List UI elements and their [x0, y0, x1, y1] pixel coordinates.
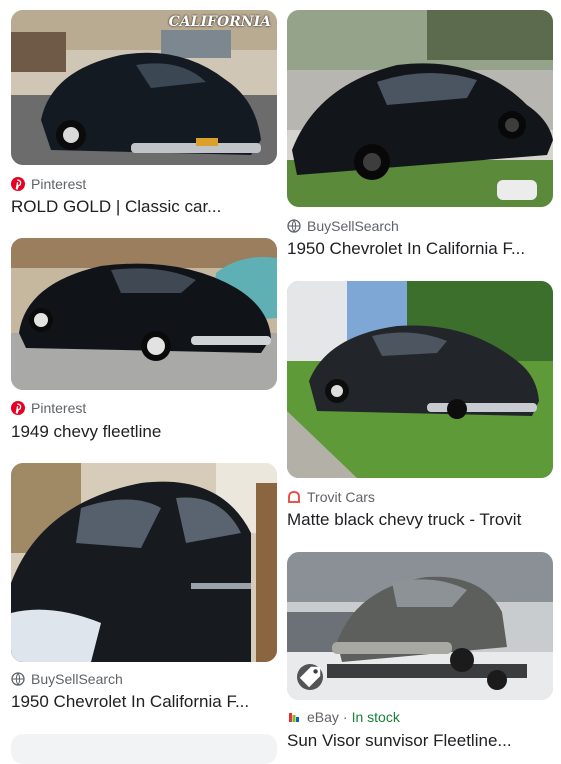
result-thumbnail[interactable]	[287, 552, 553, 700]
trovit-icon	[288, 491, 300, 503]
result-title[interactable]: 1950 Chevrolet In California F...	[287, 239, 553, 259]
ebay-icon	[289, 713, 299, 722]
car-image	[287, 281, 553, 478]
result-title[interactable]: 1949 chevy fleetline	[11, 422, 277, 442]
source-name: BuySellSearch	[31, 671, 123, 687]
result-thumbnail[interactable]	[11, 463, 277, 662]
result-source[interactable]: Pinterest	[11, 175, 86, 193]
source-name: Pinterest	[31, 176, 87, 192]
tag-button[interactable]	[297, 664, 323, 690]
result-title[interactable]: 1950 Chevrolet In California F...	[11, 692, 277, 712]
result-source[interactable]: Pinterest	[11, 399, 86, 417]
car-image	[287, 10, 553, 207]
watermark-text: CALIFORNIA	[168, 14, 271, 30]
result-title[interactable]: Matte black chevy truck - Trovit	[287, 510, 553, 530]
result-source[interactable]: BuySellSearch	[287, 217, 399, 235]
result-title[interactable]: Sun Visor sunvisor Fleetline...	[287, 731, 553, 751]
result-source[interactable]: eBay · In stock	[287, 708, 400, 726]
stock-status: In stock	[351, 709, 400, 725]
tag-icon	[299, 666, 321, 688]
source-name: Trovit Cars	[307, 489, 375, 505]
result-thumbnail[interactable]	[287, 10, 553, 207]
result-thumbnail[interactable]	[287, 281, 553, 478]
result-source[interactable]: Trovit Cars	[287, 488, 375, 506]
separator-dot: ·	[342, 709, 348, 725]
car-image	[287, 552, 553, 700]
car-image	[11, 463, 277, 662]
source-name: BuySellSearch	[307, 218, 399, 234]
pinterest-icon	[11, 401, 25, 415]
result-source[interactable]: BuySellSearch	[11, 670, 123, 688]
car-image	[11, 238, 277, 390]
result-title[interactable]: ROLD GOLD | Classic car...	[11, 197, 277, 217]
result-thumbnail[interactable]	[11, 238, 277, 390]
globe-icon	[287, 219, 301, 233]
source-name: Pinterest	[31, 400, 87, 416]
car-image	[11, 10, 277, 165]
source-name: eBay	[307, 709, 339, 725]
globe-icon	[11, 672, 25, 686]
result-thumbnail[interactable]: CALIFORNIA	[11, 10, 277, 165]
result-thumbnail-partial[interactable]	[11, 734, 277, 764]
pinterest-icon	[11, 177, 25, 191]
